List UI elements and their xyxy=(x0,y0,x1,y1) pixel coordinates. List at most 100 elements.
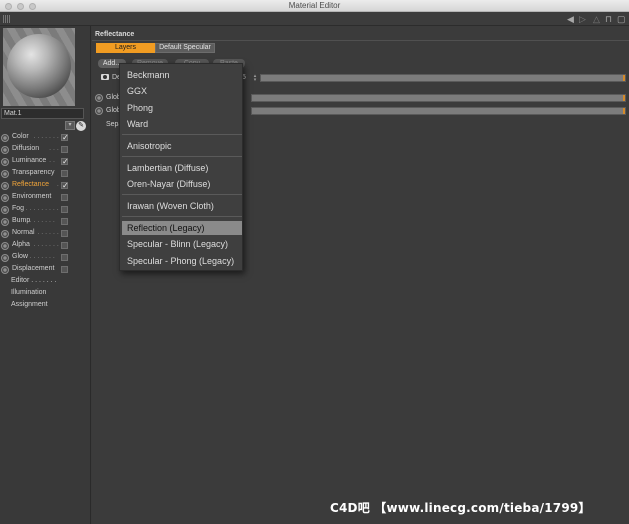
menu-item[interactable]: Ward xyxy=(122,117,242,131)
radio-icon[interactable] xyxy=(1,218,9,226)
channel-normal[interactable]: Normal. . . . . . xyxy=(0,228,91,240)
channel-label[interactable]: Environment xyxy=(12,193,51,200)
menu-item[interactable]: Lambertian (Diffuse) xyxy=(122,161,242,175)
channel-label[interactable]: Bump xyxy=(12,217,30,224)
channel-label[interactable]: Color xyxy=(12,133,29,140)
up-arrow-icon[interactable]: △ xyxy=(593,14,600,24)
channel-label[interactable]: Displacement xyxy=(12,265,54,272)
channel-color[interactable]: Color . . . . . . . ✓ xyxy=(0,132,91,144)
menu-item[interactable]: Specular - Phong (Legacy) xyxy=(122,254,242,268)
material-name-field[interactable]: Mat.1 xyxy=(1,108,84,119)
checkbox-icon[interactable] xyxy=(61,254,68,261)
channel-label[interactable]: Alpha xyxy=(12,241,30,248)
menu-item[interactable]: Specular - Blinn (Legacy) xyxy=(122,237,242,251)
radio-icon[interactable] xyxy=(95,107,103,115)
channel-alpha[interactable]: Alpha. . . . . . . xyxy=(0,240,91,252)
channel-diffusion[interactable]: Diffusion. . . . xyxy=(0,144,91,156)
channel-label[interactable]: Reflectance xyxy=(12,181,49,188)
grid-grip-icon[interactable] xyxy=(3,15,10,23)
radio-icon[interactable] xyxy=(1,158,9,166)
radio-icon[interactable] xyxy=(1,242,9,250)
checkbox-icon[interactable] xyxy=(61,146,68,153)
channel-label[interactable]: Fog xyxy=(12,205,24,212)
back-arrow-icon[interactable]: ◀ xyxy=(567,14,574,24)
layer-strength-slider[interactable] xyxy=(260,74,626,82)
channel-leader-dots: . . . . . . xyxy=(37,229,59,236)
preview-options-dropdown[interactable]: ▾ xyxy=(65,121,75,130)
checkbox-icon[interactable] xyxy=(61,218,68,225)
layer-type-menu: Beckmann GGX Phong Ward Anisotropic Lambertia… xyxy=(119,63,243,271)
channel-leader-dots: . . . . . . . . . xyxy=(25,205,59,212)
checkbox-icon[interactable]: ✓ xyxy=(61,182,69,190)
menu-item[interactable]: Oren-Nayar (Diffuse) xyxy=(122,177,242,191)
extra-item[interactable]: Illumination xyxy=(11,289,46,296)
channel-reflectance[interactable]: Reflectance. . ✓ xyxy=(0,180,91,192)
channel-label[interactable]: Diffusion xyxy=(12,145,39,152)
channel-glow[interactable]: Glow. . . . . . . xyxy=(0,252,91,264)
section-divider xyxy=(92,40,629,41)
layer-strength-spinner[interactable]: ▴ ▾ xyxy=(252,74,258,83)
channel-label[interactable]: Glow xyxy=(12,253,28,260)
material-editor-window: Material Editor ◀ ▷ △ ⊓ ▢ Mat.1 ▾ ✎ Colo… xyxy=(0,0,629,524)
checkbox-icon[interactable]: ✓ xyxy=(61,134,69,142)
tab-default-specular[interactable]: Default Specular xyxy=(155,43,215,53)
channel-label[interactable]: Luminance xyxy=(12,157,46,164)
extra-item[interactable]: Assignment xyxy=(11,301,48,308)
channel-leader-dots: . . xyxy=(49,157,55,164)
radio-icon[interactable] xyxy=(1,206,9,214)
menu-separator xyxy=(122,194,242,195)
checkbox-icon[interactable] xyxy=(61,266,68,273)
toolbar: ◀ ▷ △ ⊓ ▢ xyxy=(0,12,629,26)
menu-item[interactable]: Anisotropic xyxy=(122,139,242,153)
radio-icon[interactable] xyxy=(1,146,9,154)
checkbox-icon[interactable] xyxy=(61,242,68,249)
checkbox-icon[interactable] xyxy=(61,230,68,237)
preview-sphere xyxy=(7,34,71,98)
radio-icon[interactable] xyxy=(1,134,9,142)
window-title: Material Editor xyxy=(288,1,341,10)
menu-item[interactable]: Reflection (Legacy) xyxy=(122,221,242,235)
channel-displacement[interactable]: Displacement xyxy=(0,264,91,276)
channel-environment[interactable]: Environment xyxy=(0,192,91,204)
menu-item[interactable]: Beckmann xyxy=(122,68,242,82)
menu-item[interactable]: Irawan (Woven Cloth) xyxy=(122,199,242,213)
channel-bump[interactable]: Bump. . . . . . . xyxy=(0,216,91,228)
radio-icon[interactable] xyxy=(95,94,103,102)
watermark-text: C4D吧 【www.linecg.com/tieba/1799】 xyxy=(330,501,591,515)
radio-icon[interactable] xyxy=(1,266,9,274)
channel-luminance[interactable]: Luminance. . ✓ xyxy=(0,156,91,168)
channel-transparency[interactable]: Transparency xyxy=(0,168,91,180)
channel-label[interactable]: Normal xyxy=(12,229,35,236)
preview-render-button[interactable]: ✎ xyxy=(76,121,86,131)
title-bar: Material Editor xyxy=(0,0,629,12)
checkbox-icon[interactable] xyxy=(61,206,68,213)
radio-icon[interactable] xyxy=(1,170,9,178)
left-panel: Mat.1 ▾ ✎ Color. . . . . . . ✓ Diffusion. … xyxy=(0,26,91,524)
eye-icon[interactable] xyxy=(101,74,109,80)
checkbox-icon[interactable] xyxy=(61,170,68,177)
lock-icon[interactable]: ⊓ xyxy=(605,14,612,24)
channel-fog[interactable]: Fog. . . . . . . . . xyxy=(0,204,91,216)
material-preview[interactable] xyxy=(3,28,75,106)
menu-separator xyxy=(122,134,242,135)
extra-item[interactable]: Editor . . . . . . . xyxy=(11,277,57,284)
radio-icon[interactable] xyxy=(1,230,9,238)
forward-arrow-icon[interactable]: ▷ xyxy=(579,14,586,24)
menu-separator xyxy=(122,216,242,217)
channel-leader-dots: . . . . . . . xyxy=(33,241,59,248)
radio-icon[interactable] xyxy=(1,254,9,262)
global-row-2-slider[interactable] xyxy=(251,107,626,115)
checkbox-icon[interactable]: ✓ xyxy=(61,158,69,166)
channel-label[interactable]: Transparency xyxy=(12,169,55,176)
radio-icon[interactable] xyxy=(1,194,9,202)
channel-leader-dots: . . . . . . . xyxy=(33,133,59,140)
menu-item[interactable]: Phong xyxy=(122,101,242,115)
menu-separator xyxy=(122,156,242,157)
window-icon[interactable]: ▢ xyxy=(617,14,626,24)
menu-item[interactable]: GGX xyxy=(122,84,242,98)
global-row-1-slider[interactable] xyxy=(251,94,626,102)
radio-icon[interactable] xyxy=(1,182,9,190)
checkbox-icon[interactable] xyxy=(61,194,68,201)
tab-layers[interactable]: Layers xyxy=(96,43,155,53)
section-title: Reflectance xyxy=(95,31,135,38)
